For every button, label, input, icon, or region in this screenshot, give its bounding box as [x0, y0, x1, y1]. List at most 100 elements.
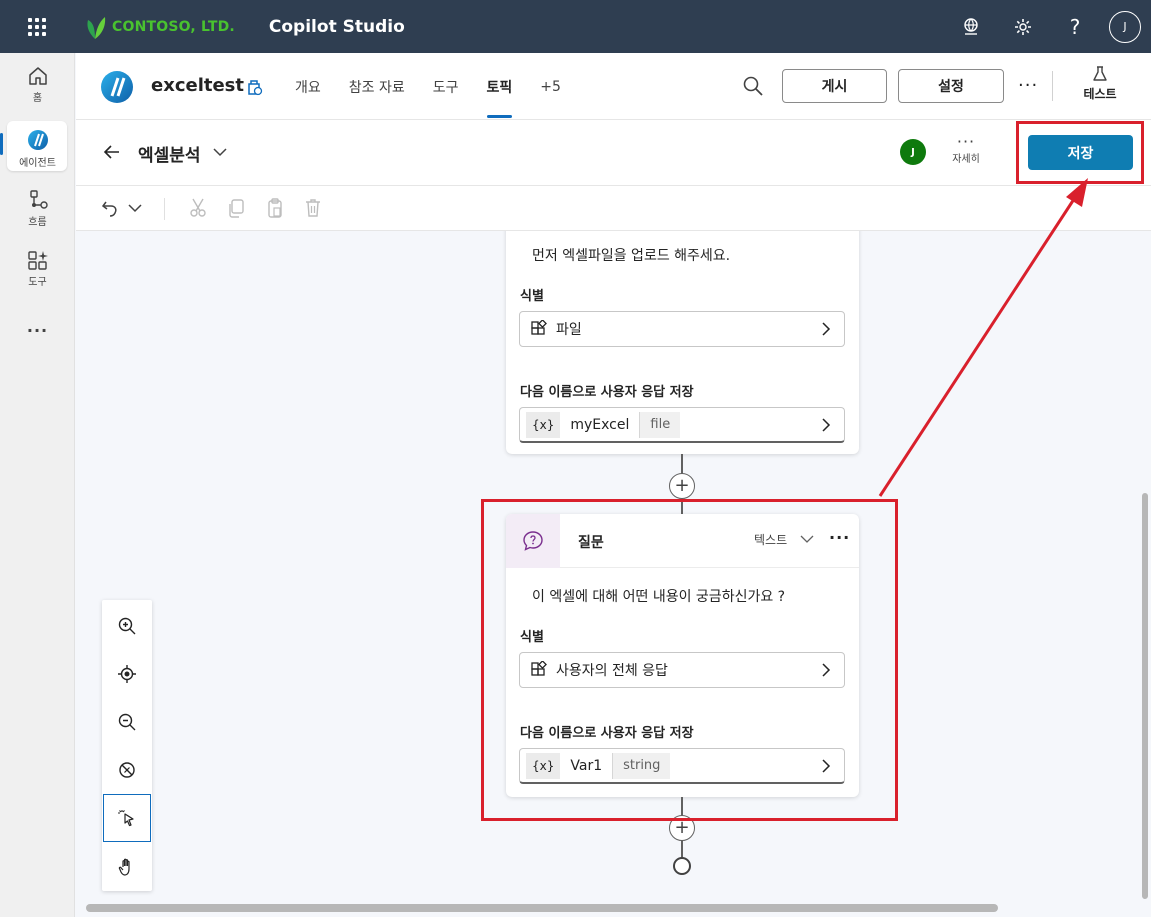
nav-tools[interactable]: 도구 [0, 249, 75, 288]
tab-topics[interactable]: 토픽 [473, 53, 527, 120]
undo-icon[interactable] [100, 197, 120, 219]
settings-button[interactable] [997, 0, 1049, 53]
end-node [673, 857, 691, 875]
details-button[interactable]: ··· 자세히 [944, 134, 988, 166]
tab-knowledge[interactable]: 참조 자료 [335, 53, 419, 120]
collaborator-avatar: J [900, 139, 926, 165]
chevron-down-icon[interactable] [127, 202, 143, 214]
horizontal-scrollbar[interactable] [86, 904, 998, 912]
cut-icon[interactable] [188, 197, 208, 219]
more-dots-icon: ··· [1018, 75, 1039, 96]
more-dots-icon: ··· [829, 528, 851, 547]
agent-status-icon[interactable] [244, 77, 264, 97]
variable-icon: {x} [526, 411, 561, 438]
hand-icon [118, 858, 130, 876]
question-node-text[interactable]: 질문 텍스트 ··· 이 엑셀에 대해 어떤 내용이 궁금하신가요 ? 식별 사… [506, 514, 859, 797]
search-icon[interactable] [742, 75, 764, 97]
agent-more-button[interactable]: ··· [1018, 75, 1038, 96]
topic-name[interactable]: 엑셀분석 [138, 141, 201, 166]
topic-header: 엑셀분석 J ··· 자세히 저장 [76, 120, 1151, 186]
question-node-icon-box [506, 514, 560, 568]
tab-more[interactable]: +5 [526, 53, 575, 120]
nav-more-button[interactable]: ··· [0, 321, 75, 340]
product-name: Copilot Studio [268, 16, 405, 37]
divider [164, 198, 165, 220]
question-mark-icon: ? [1069, 14, 1081, 39]
copy-icon[interactable] [226, 197, 246, 219]
waffle-icon [28, 17, 46, 36]
question-message: 먼저 엑셀파일을 업로드 해주세요. [532, 248, 731, 264]
add-node-button[interactable]: + [669, 473, 695, 499]
settings-button-agent[interactable]: 설정 [898, 69, 1004, 103]
home-icon [28, 67, 47, 85]
nav-home[interactable]: 홈 [0, 65, 75, 104]
agent-logo-icon [101, 71, 133, 103]
minimap-toggle-button[interactable] [102, 746, 152, 794]
edit-toolbar [76, 186, 1151, 231]
gear-icon [1015, 18, 1031, 35]
test-button[interactable]: 테스트 [1068, 65, 1132, 102]
identify-value: 파일 [556, 322, 582, 338]
nav-agents-label: 에이전트 [19, 158, 56, 169]
environment-button[interactable] [945, 0, 997, 53]
variable-name: myExcel [570, 416, 630, 433]
tab-overview[interactable]: 개요 [281, 53, 335, 120]
identify-field[interactable]: 사용자의 전체 응답 [519, 652, 845, 688]
canvas-controls [102, 600, 152, 891]
target-icon [118, 665, 136, 683]
question-bubble-icon [523, 531, 543, 551]
select-mode-button[interactable] [103, 794, 151, 842]
zoom-in-button[interactable] [102, 602, 152, 650]
nav-flows-label: 흐름 [28, 217, 47, 228]
variable-type: file [640, 411, 681, 438]
tab-tools[interactable]: 도구 [419, 53, 473, 120]
zoom-out-icon [118, 713, 136, 731]
agent-header: exceltest 개요 참조 자료 도구 토픽 +5 게시 설정 ··· 테스… [76, 53, 1151, 120]
brand-name: CONTOSO, LTD. [112, 18, 235, 35]
more-dots-icon: ··· [26, 321, 49, 340]
zoom-in-icon [118, 617, 136, 635]
flask-icon [1093, 66, 1107, 81]
left-nav-rail: 홈 에이전트 흐름 도구 ··· [0, 53, 75, 917]
node-more-button[interactable]: ··· [829, 528, 850, 547]
app-launcher-button[interactable] [0, 0, 74, 53]
help-button[interactable]: ? [1049, 0, 1101, 53]
leaf-icon [87, 16, 106, 39]
test-button-label: 테스트 [1083, 87, 1117, 101]
user-avatar[interactable]: J [1109, 10, 1141, 43]
nav-agents[interactable]: 에이전트 [0, 129, 75, 169]
entity-icon [530, 661, 548, 679]
add-node-button[interactable]: + [669, 815, 695, 841]
back-arrow-icon[interactable] [102, 142, 122, 162]
agent-tabs: 개요 참조 자료 도구 토픽 +5 [281, 53, 575, 120]
question-node-file[interactable]: 먼저 엑셀파일을 업로드 해주세요. 식별 파일 다음 이름으로 사용자 응답 … [506, 231, 859, 454]
publish-button[interactable]: 게시 [782, 69, 887, 103]
pan-mode-button[interactable] [102, 843, 152, 891]
chevron-down-icon[interactable] [212, 146, 228, 158]
topic-canvas[interactable]: 먼저 엑셀파일을 업로드 해주세요. 식별 파일 다음 이름으로 사용자 응답 … [76, 231, 1151, 917]
variable-field[interactable]: {x} myExcel file [519, 407, 845, 443]
globe-icon [964, 17, 978, 35]
details-label: 자세히 [952, 154, 980, 165]
question-node-title: 질문 [578, 535, 604, 551]
variable-name: Var1 [570, 757, 603, 774]
identify-label: 식별 [520, 289, 544, 304]
delete-icon[interactable] [303, 197, 323, 219]
app-header: CONTOSO, LTD. Copilot Studio ? J [0, 0, 1151, 53]
response-type-dropdown[interactable]: 텍스트 [754, 531, 787, 548]
brand-logo: CONTOSO, LTD. [84, 14, 235, 40]
save-button[interactable]: 저장 [1028, 135, 1133, 170]
entity-icon [530, 320, 548, 338]
recenter-button[interactable] [102, 650, 152, 698]
identify-field[interactable]: 파일 [519, 311, 845, 347]
vertical-scrollbar[interactable] [1142, 493, 1148, 899]
chevron-right-icon [822, 759, 831, 773]
variable-field[interactable]: {x} Var1 string [519, 748, 845, 784]
paste-icon[interactable] [265, 197, 285, 219]
tools-icon [27, 251, 48, 270]
agent-name: exceltest [151, 75, 244, 96]
nav-flows[interactable]: 흐름 [0, 189, 75, 228]
chevron-right-icon [822, 663, 831, 677]
zoom-out-button[interactable] [102, 698, 152, 746]
chevron-down-icon[interactable] [800, 534, 814, 544]
